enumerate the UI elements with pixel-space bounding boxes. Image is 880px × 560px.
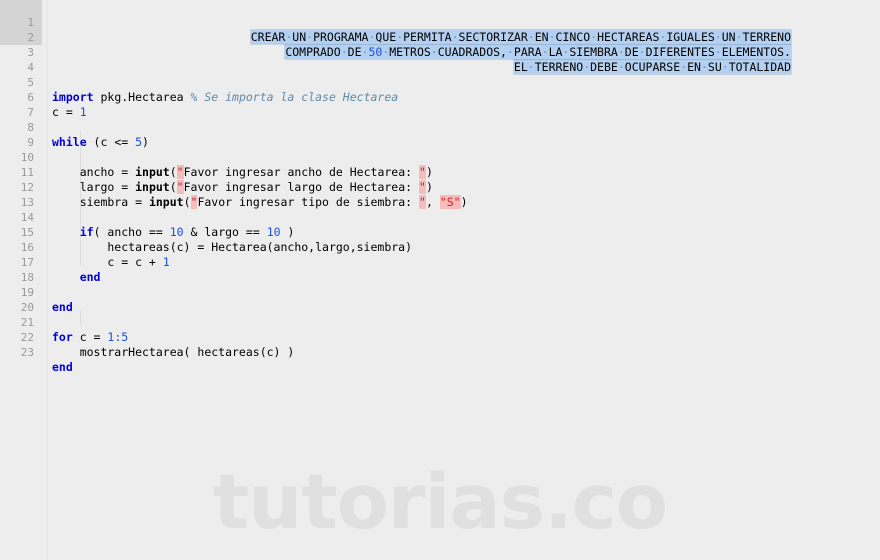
editor-line[interactable]: 6 c = 1 xyxy=(0,75,880,119)
editor-line[interactable]: 11 largo = input("Favor ingresar largo d… xyxy=(0,150,880,194)
editor-line[interactable]: 14 if( ancho == 10 & largo == 10 ) xyxy=(0,195,880,239)
editor-line[interactable]: 12 siembra = input("Favor ingresar tipo … xyxy=(0,165,880,209)
code-text: mostrarHectarea( hectareas(c) ) xyxy=(52,345,295,359)
editor-line[interactable]: 19 end xyxy=(0,270,880,314)
editor-line[interactable]: 17 end xyxy=(0,240,880,284)
code-editor[interactable]: tutorias.co 1 CREAR·UN·PROGRAMA·QUE·PERM… xyxy=(0,0,880,560)
editor-line[interactable]: 10 ancho = input("Favor ingresar ancho d… xyxy=(0,135,880,179)
editor-line[interactable]: 9 xyxy=(0,120,880,149)
editor-line[interactable]: 21 for c = 1:5 xyxy=(0,300,880,344)
editor-line[interactable]: 8 while (c <= 5) xyxy=(0,105,880,149)
editor-line[interactable]: 5 import pkg.Hectarea % Se importa la cl… xyxy=(0,60,880,104)
editor-line[interactable]: 22 mostrarHectarea( hectareas(c) ) xyxy=(0,315,880,359)
editor-line[interactable]: 20 xyxy=(0,285,880,314)
editor-line[interactable]: 3 EL·TERRENO·DEBE·OCUPARSE·EN·SU·TOTALID… xyxy=(0,30,880,74)
line-number: 23 xyxy=(20,346,34,359)
editor-line[interactable]: 13 xyxy=(0,180,880,209)
editor-line[interactable]: 18 xyxy=(0,255,880,284)
keyword-token: end xyxy=(52,360,73,374)
editor-line[interactable]: 4 xyxy=(0,45,880,74)
editor-line[interactable]: 23 end xyxy=(0,330,880,374)
editor-line[interactable]: 16 c = c + 1 xyxy=(0,225,880,269)
editor-line[interactable]: 15 hectareas(c) = Hectarea(ancho,largo,s… xyxy=(0,210,880,254)
editor-line[interactable]: 2 COMPRADO·DE·50·METROS·CUADRADOS,·PARA·… xyxy=(0,15,880,59)
code-text: end xyxy=(52,360,73,375)
editor-line[interactable]: 1 CREAR·UN·PROGRAMA·QUE·PERMITA·SECTORIZ… xyxy=(0,0,880,44)
watermark-tutorias: tutorias.co xyxy=(212,457,668,546)
editor-line[interactable]: 7 xyxy=(0,90,880,119)
